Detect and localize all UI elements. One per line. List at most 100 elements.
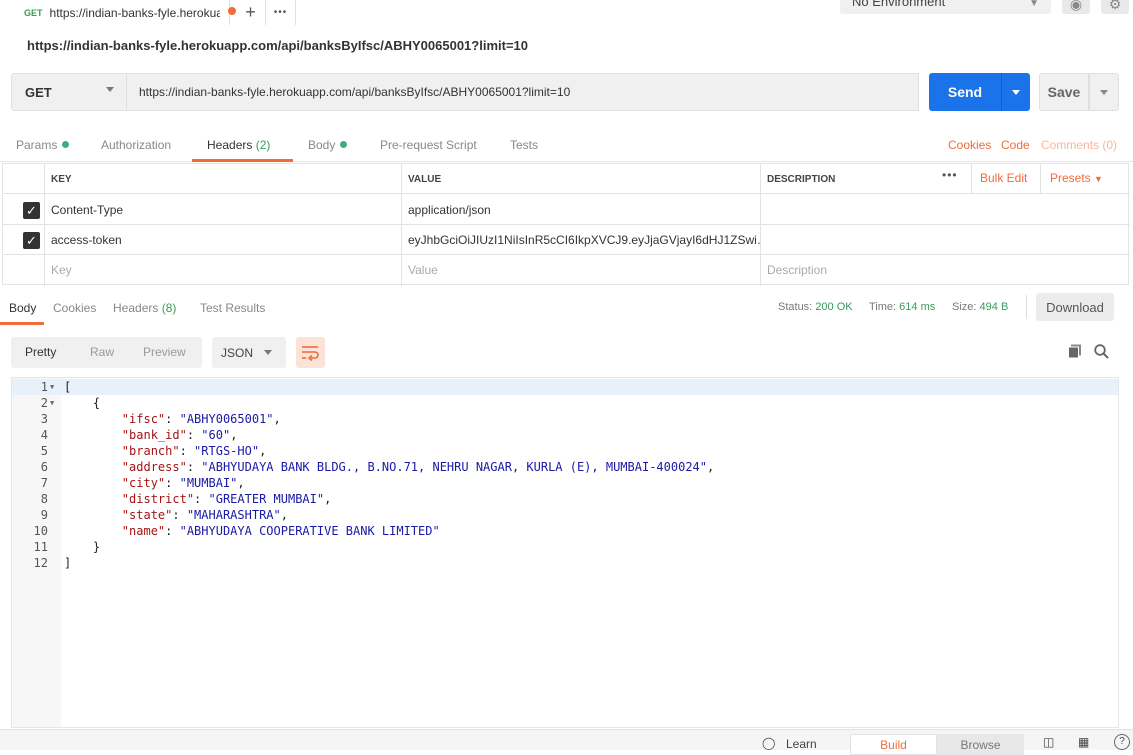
line-number: 10	[33, 524, 48, 538]
view-mode-group: Pretty Raw Preview	[11, 337, 202, 368]
new-value-field[interactable]: Value	[401, 255, 760, 285]
active-tab-indicator	[192, 159, 293, 162]
url-input[interactable]: https://indian-banks-fyle.herokuapp.com/…	[127, 73, 919, 111]
column-header-key: KEY	[51, 173, 72, 185]
code-text: "branch": "RTGS-HO",	[121, 444, 267, 458]
new-description-field[interactable]: Description	[760, 255, 1128, 285]
code-text: "ifsc": "ABHY0065001",	[121, 412, 281, 426]
table-row: ✓ access-token eyJhbGciOiJIUzI1NiIsInR5c…	[3, 225, 1130, 255]
send-button[interactable]: Send	[929, 73, 1001, 111]
header-description[interactable]	[760, 195, 1128, 225]
divider	[971, 164, 972, 194]
pretty-button[interactable]: Pretty	[25, 345, 56, 359]
code-line: 2 ▼ {	[12, 395, 1118, 411]
build-toggle[interactable]: Build	[850, 734, 937, 755]
code-link[interactable]: Code	[1001, 138, 1030, 152]
raw-button[interactable]: Raw	[90, 345, 114, 359]
line-number: 6	[40, 460, 48, 474]
more-options-button[interactable]: •••	[942, 168, 958, 182]
code-line: 3 "ifsc": "ABHY0065001",	[12, 411, 1118, 427]
layout-icon[interactable]: ◫	[1043, 735, 1054, 749]
header-value[interactable]: application/json	[401, 195, 760, 225]
status-dot-icon	[340, 141, 348, 148]
chevron-down-icon	[264, 350, 272, 355]
preview-button[interactable]: Preview	[143, 345, 186, 359]
code-line: 5 "branch": "RTGS-HO",	[12, 443, 1118, 459]
response-tabs: Body Cookies Headers (8) Test Results St…	[0, 295, 1133, 325]
request-title: https://indian-banks-fyle.herokuapp.com/…	[27, 38, 529, 53]
divider	[1040, 164, 1041, 194]
new-tab-button[interactable]: +	[236, 0, 266, 25]
wrap-lines-button[interactable]	[296, 337, 325, 368]
size-value: 494 B	[979, 301, 1009, 313]
chevron-down-icon: ▼	[1094, 174, 1103, 184]
chevron-down-icon	[1012, 90, 1020, 95]
table-header-row: KEY VALUE DESCRIPTION ••• Bulk Edit Pres…	[3, 164, 1130, 194]
tab-test-results[interactable]: Test Results	[200, 301, 265, 315]
fold-icon[interactable]: ▼	[50, 395, 54, 411]
eye-icon[interactable]: ◉	[1062, 0, 1090, 14]
tab-response-headers[interactable]: Headers (8)	[113, 301, 176, 315]
copy-icon[interactable]	[1068, 344, 1082, 359]
code-text: "address": "ABHYUDAYA BANK BLDG., B.NO.7…	[121, 460, 715, 474]
tab-response-cookies[interactable]: Cookies	[53, 301, 96, 315]
tab-method-label: GET	[24, 7, 43, 18]
time-value: 614 ms	[899, 301, 936, 313]
header-description[interactable]	[760, 225, 1128, 255]
tab-authorization[interactable]: Authorization	[101, 138, 171, 152]
method-select[interactable]: GET	[11, 73, 127, 111]
help-icon[interactable]: ?	[1114, 734, 1130, 750]
environment-label: No Environment	[852, 0, 946, 9]
status-value: 200 OK	[815, 301, 853, 313]
response-body-editor[interactable]: 1 ▼[2 ▼ {3 "ifsc": "ABHY0065001", 4 "bank_i…	[11, 377, 1119, 728]
size-label: Size:	[952, 301, 977, 313]
status-bar: ◯ Learn Build Browse ◫ ▦ ?	[0, 729, 1133, 755]
send-options-button[interactable]	[1001, 73, 1030, 111]
code-line: 1 ▼ [	[12, 379, 1118, 395]
more-tabs-button[interactable]: •••	[266, 0, 296, 25]
comments-link[interactable]: Comments (0)	[1041, 138, 1117, 152]
browse-toggle[interactable]: Browse	[937, 734, 1024, 755]
tab-tests[interactable]: Tests	[510, 138, 538, 152]
line-number: 11	[33, 540, 48, 554]
fold-icon[interactable]: ▼	[50, 379, 54, 395]
download-button[interactable]: Download	[1036, 293, 1114, 321]
environment-select[interactable]: No Environment ▼	[840, 0, 1051, 14]
tab-response-headers-label: Headers	[113, 301, 159, 315]
code-line: 6 "address": "ABHYUDAYA BANK BLDG., B.NO…	[12, 459, 1118, 475]
line-number: 12	[33, 556, 48, 570]
save-options-button[interactable]	[1089, 73, 1119, 111]
time-readout: Time: 614 ms	[869, 301, 935, 313]
format-label: JSON	[221, 346, 254, 360]
code-line: 4 "bank_id": "60",	[12, 427, 1118, 443]
tab-headers-label: Headers	[207, 138, 253, 152]
tab-params[interactable]: Params	[16, 138, 70, 152]
line-number: 8	[40, 492, 48, 506]
new-key-field[interactable]: Key	[44, 255, 401, 285]
header-key[interactable]: Content-Type	[44, 195, 401, 225]
bulk-edit-link[interactable]: Bulk Edit	[980, 171, 1027, 185]
checkbox[interactable]: ✓	[23, 232, 40, 249]
learn-link[interactable]: Learn	[786, 737, 817, 751]
wrap-icon	[302, 346, 319, 362]
tab-headers[interactable]: Headers (2)	[207, 138, 270, 152]
time-label: Time:	[869, 301, 897, 313]
header-value[interactable]: eyJhbGciOiJIUzI1NiIsInR5cCI6IkpXVCJ9.eyJ…	[401, 225, 760, 255]
request-tab[interactable]: GET https://indian-banks-fyle.herokuapp.…	[11, 0, 236, 25]
tab-response-body[interactable]: Body	[9, 301, 36, 315]
code-text: {	[64, 396, 101, 410]
tab-body[interactable]: Body	[308, 138, 348, 152]
size-readout: Size: 494 B	[952, 301, 1008, 313]
checkbox[interactable]: ✓	[23, 202, 40, 219]
search-icon[interactable]	[1094, 344, 1109, 359]
cookies-link[interactable]: Cookies	[948, 138, 991, 152]
header-key[interactable]: access-token	[44, 225, 401, 255]
bootcamp-icon[interactable]: ▦	[1078, 735, 1089, 749]
chevron-down-icon	[1100, 90, 1108, 95]
presets-dropdown[interactable]: Presets ▼	[1050, 171, 1103, 185]
gear-icon[interactable]: ⚙	[1101, 0, 1129, 14]
line-number: 4	[40, 428, 48, 442]
save-button[interactable]: Save	[1039, 73, 1089, 111]
tab-prerequest[interactable]: Pre-request Script	[380, 138, 477, 152]
format-select[interactable]: JSON	[212, 337, 286, 368]
